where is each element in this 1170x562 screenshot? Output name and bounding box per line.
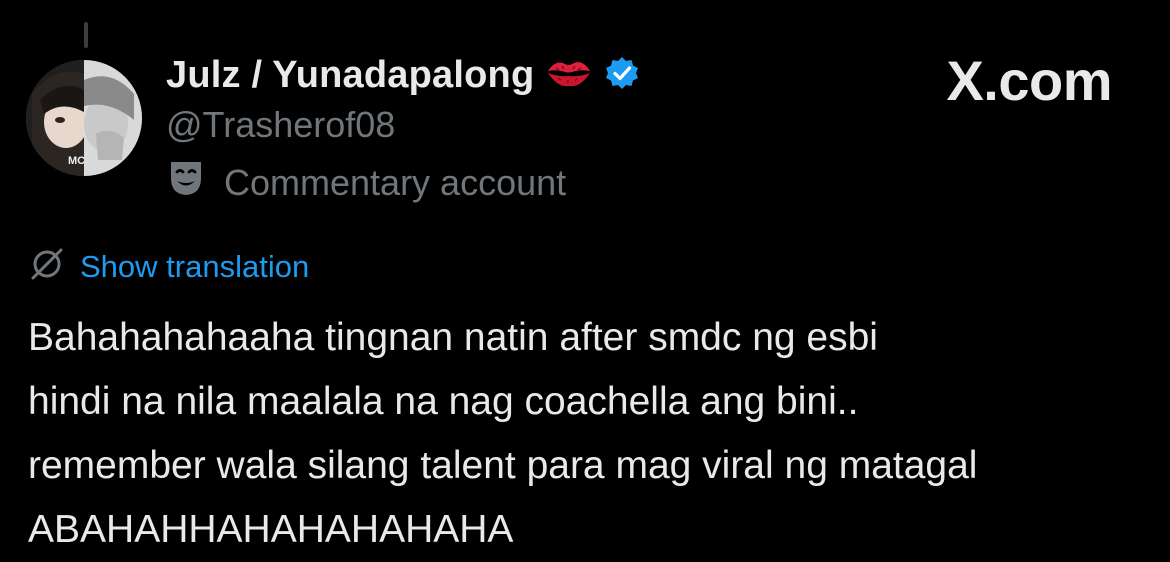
author-display-name[interactable]: Julz / Yunadapalong bbox=[166, 54, 534, 97]
globe-slash-icon bbox=[28, 245, 66, 288]
tweet-line: remember wala silang talent para mag vir… bbox=[28, 444, 978, 487]
avatar-image: MC bbox=[26, 60, 142, 176]
author-name-row: Julz / Yunadapalong bbox=[166, 54, 640, 97]
show-translation-link[interactable]: Show translation bbox=[80, 249, 309, 285]
verified-badge-icon[interactable] bbox=[604, 55, 640, 96]
tweet-line: hindi na nila maalala na nag coachella a… bbox=[28, 380, 859, 423]
brand-watermark: X.com bbox=[946, 49, 1112, 112]
account-label-text: Commentary account bbox=[224, 161, 567, 203]
kiss-mark-icon bbox=[546, 56, 592, 95]
svg-text:MC: MC bbox=[68, 155, 85, 167]
translation-row[interactable]: Show translation bbox=[28, 245, 309, 288]
tweet-line: Bahahahahaaha tingnan natin after smdc n… bbox=[28, 316, 878, 359]
avatar[interactable]: MC bbox=[26, 60, 142, 176]
thread-connector-line bbox=[84, 22, 88, 48]
account-label[interactable]: Commentary account bbox=[166, 158, 566, 207]
tweet-line: ABAHAHHAHAHAHAHAHA bbox=[28, 508, 514, 551]
tweet-body: Bahahahahaaha tingnan natin after smdc n… bbox=[28, 306, 1148, 562]
author-handle[interactable]: @Trasherof08 bbox=[166, 104, 395, 146]
theater-mask-icon bbox=[166, 158, 206, 207]
